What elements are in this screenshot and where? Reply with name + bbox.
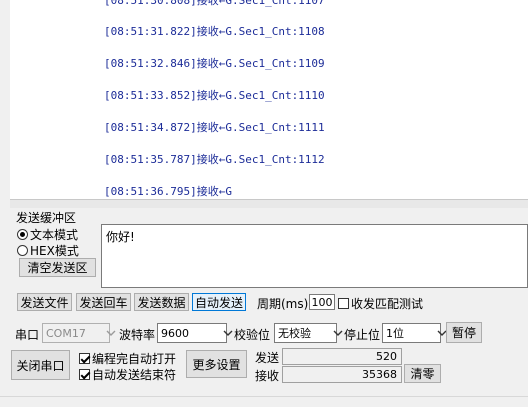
log-line: [08:51:32.846]接收←G.Sec1_Cnt:1109 [104,57,325,70]
stopbit-label: 停止位 [344,328,381,342]
close-port-button[interactable]: 关闭串口 [11,350,70,380]
period-input[interactable]: 100 [309,294,335,310]
log-line: [08:51:36.795]接收←G [104,185,232,198]
checkbox-checked-icon [79,369,90,380]
baud-label: 波特率 [119,328,156,342]
send-count-label: 发送 [255,351,280,365]
clear-send-button[interactable]: 清空发送区 [19,258,96,277]
splitter[interactable] [10,199,528,208]
send-textarea[interactable]: 你好! [101,224,528,288]
stopbit-value: 1位 [386,327,404,340]
send-file-button[interactable]: 发送文件 [17,293,72,311]
port-value: COM17 [46,326,86,340]
radio-empty-icon [17,245,28,256]
send-count-field: 520 [282,348,402,365]
radio-selected-icon [17,229,28,240]
parity-value: 无校验 [278,327,311,340]
text-mode-radio[interactable]: 文本模式 [17,226,78,243]
clear-count-button[interactable]: 清零 [404,364,441,383]
port-label: 串口 [15,328,40,342]
status-bar [0,396,528,407]
log-line: [08:51:31.822]接收←G.Sec1_Cnt:1108 [104,25,325,38]
match-test-checkbox[interactable]: 收发匹配测试 [338,295,423,312]
log-line: [08:51:30.808]接收←G.Sec1_Cnt:1107 [104,0,325,7]
match-test-label: 收发匹配测试 [351,297,424,311]
recv-count-field: 35368 [282,366,402,383]
auto-open-checkbox[interactable]: 编程完自动打开 [79,350,176,367]
baud-select[interactable]: 9600 [157,323,233,343]
send-enter-button[interactable]: 发送回车 [76,293,131,311]
send-data-button[interactable]: 发送数据 [134,293,189,311]
stopbit-select[interactable]: 1位 [382,323,447,343]
hex-mode-radio[interactable]: HEX模式 [17,242,79,259]
checkbox-checked-icon [79,353,90,364]
period-label: 周期(ms) [257,297,309,311]
auto-send-button[interactable]: 自动发送 [192,293,246,311]
recv-count-label: 接收 [255,369,280,383]
baud-value: 9600 [161,326,189,340]
port-select[interactable]: COM17 [42,323,116,343]
receive-log[interactable]: [08:51:30.808]接收←G.Sec1_Cnt:1107 [08:51:… [0,0,528,199]
send-buffer-title: 发送缓冲区 [16,211,77,225]
auto-end-label: 自动发送结束符 [92,368,177,382]
log-line: [08:51:35.787]接收←G.Sec1_Cnt:1112 [104,153,325,166]
more-settings-button[interactable]: 更多设置 [186,350,247,378]
log-line: [08:51:33.852]接收←G.Sec1_Cnt:1110 [104,89,325,102]
parity-label: 校验位 [234,328,271,342]
checkbox-empty-icon [338,298,349,309]
log-line: [08:51:34.872]接收←G.Sec1_Cnt:1111 [104,121,325,134]
text-mode-label: 文本模式 [30,228,79,242]
auto-open-label: 编程完自动打开 [92,352,177,366]
hex-mode-label: HEX模式 [30,244,79,258]
pause-button[interactable]: 暂停 [446,322,482,343]
auto-end-checkbox[interactable]: 自动发送结束符 [79,366,176,383]
parity-select[interactable]: 无校验 [274,323,343,343]
